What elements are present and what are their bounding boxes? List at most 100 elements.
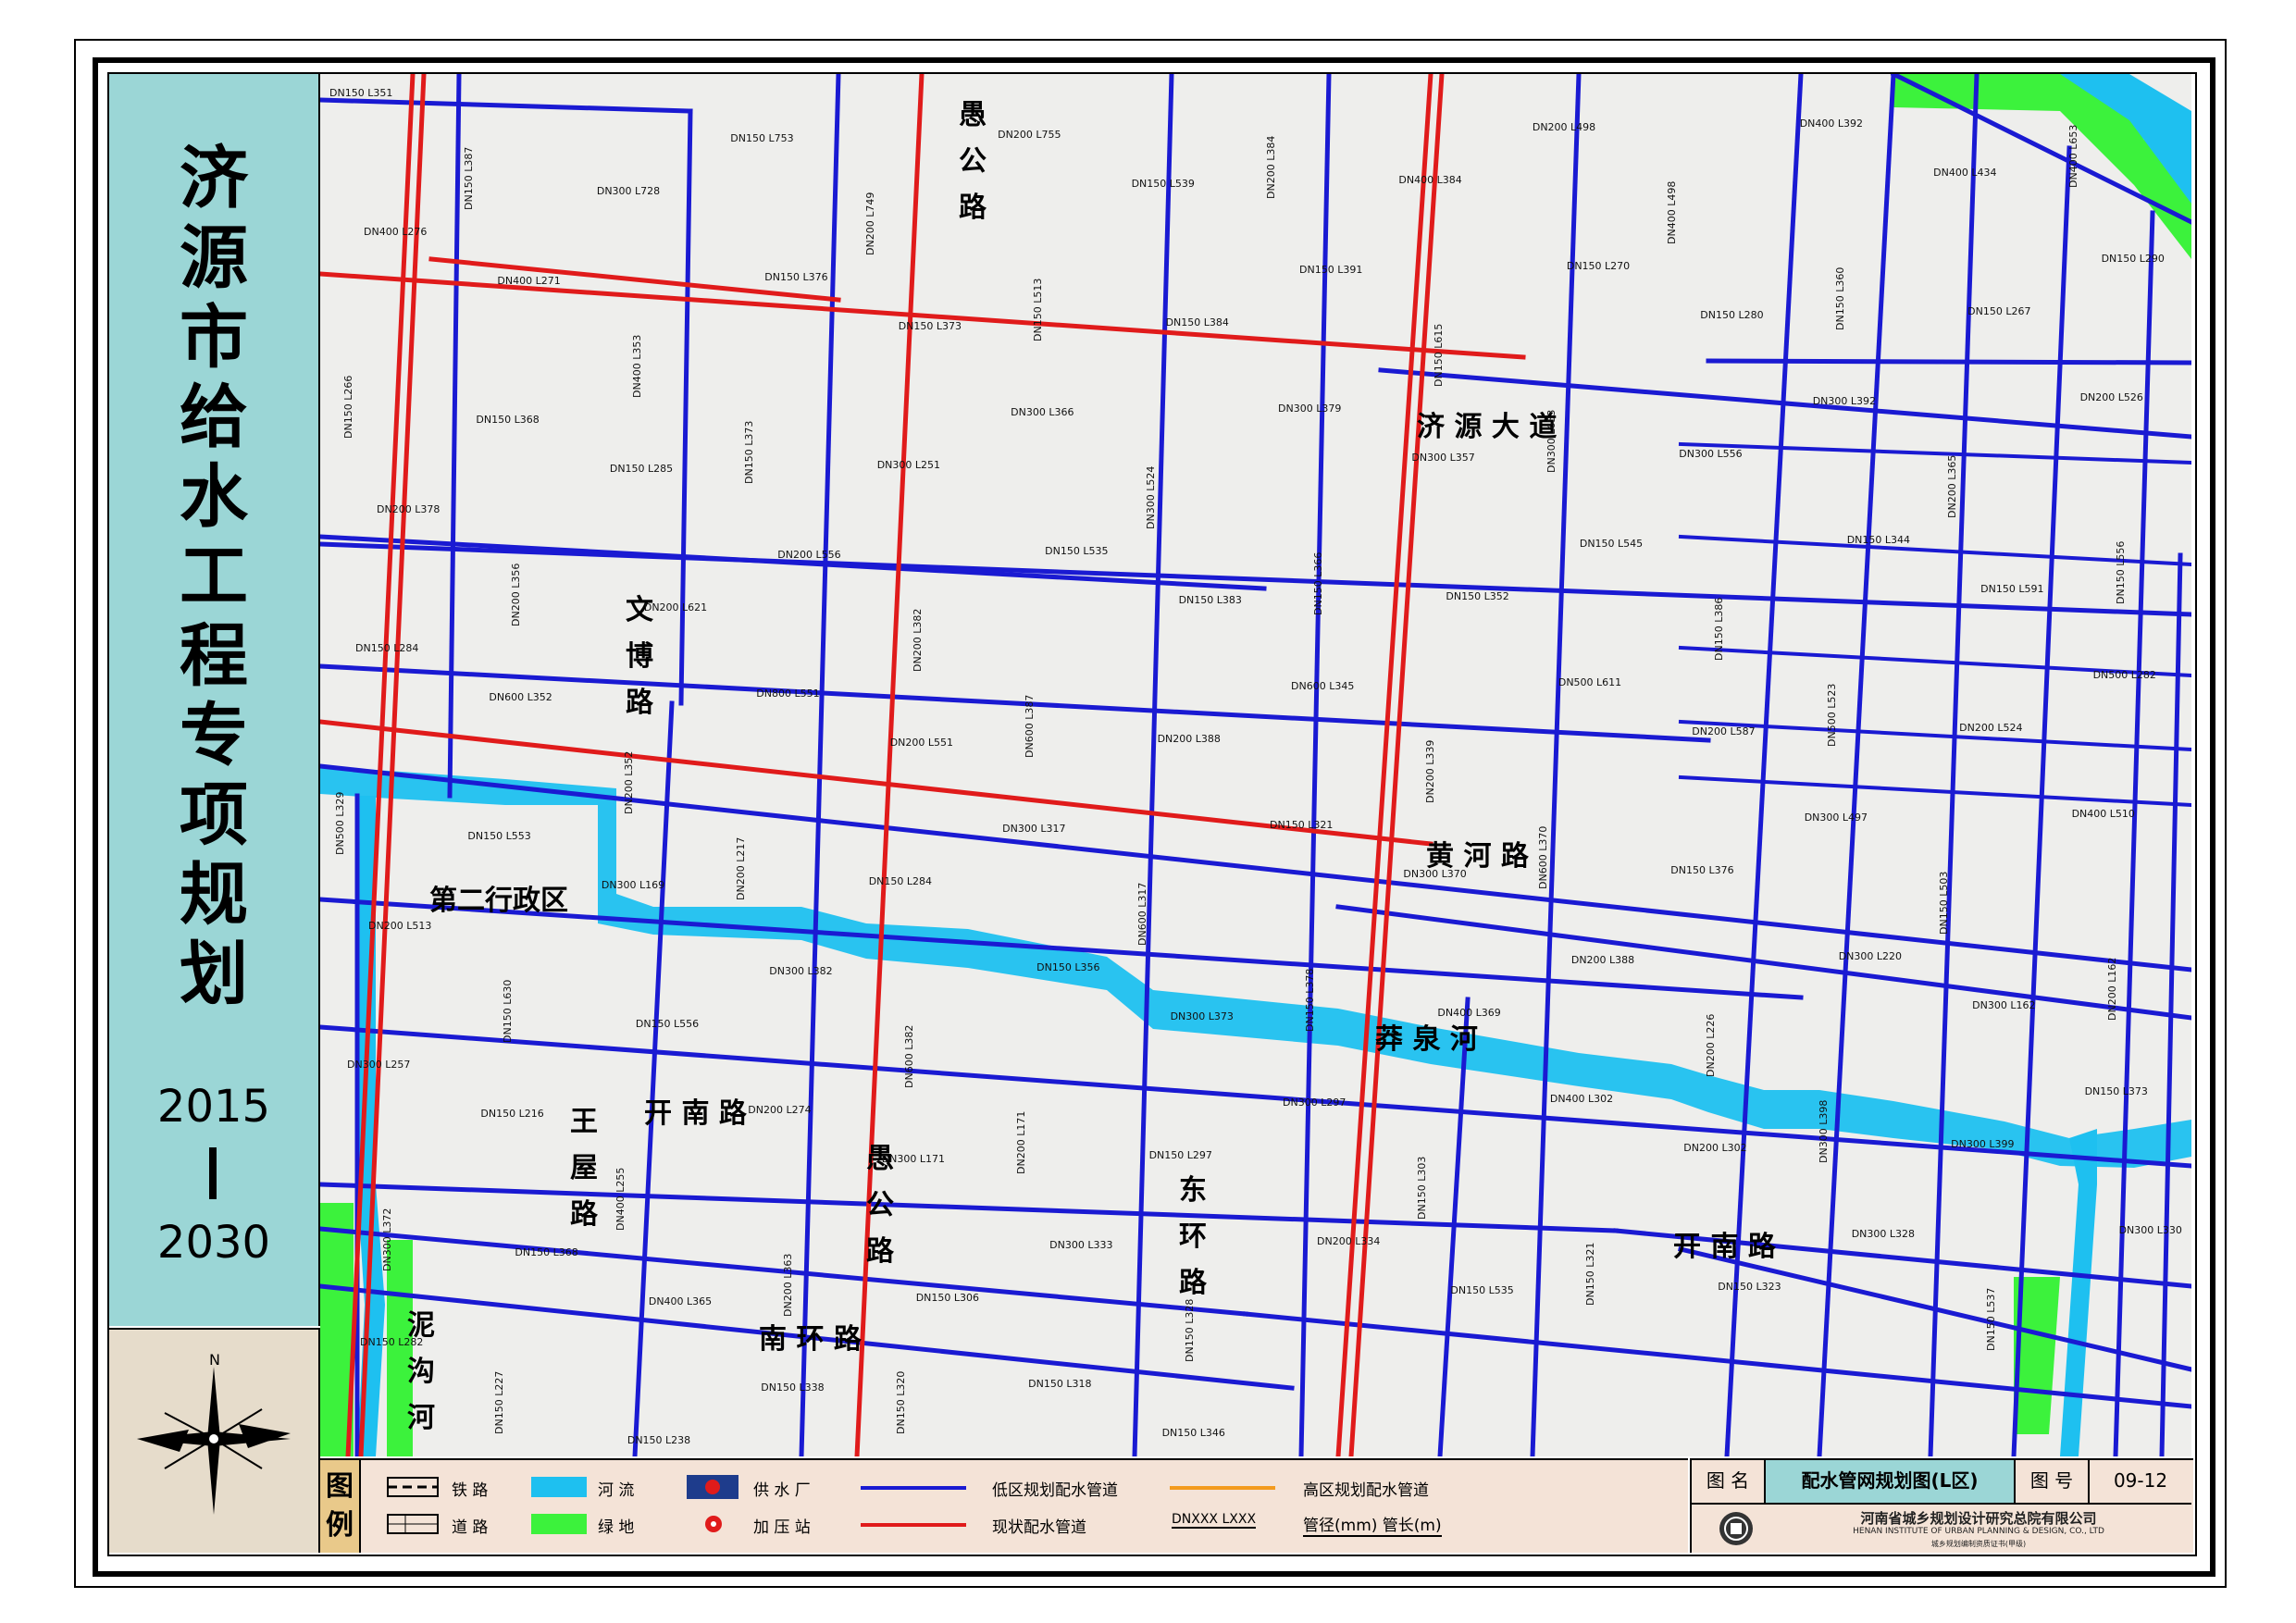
pipe-annotation: DN200 L526 xyxy=(2079,391,2143,403)
pipe-annotation: DN300 L653 xyxy=(1545,409,1558,473)
pipe-annotation: DN150 L753 xyxy=(730,132,794,144)
map-label-road-nanhuan: 南 环 路 xyxy=(759,1323,862,1356)
pipe-annotation: DN150 L270 xyxy=(1566,260,1631,272)
pipe-annotation: DN200 L551 xyxy=(889,737,954,749)
compass-panel: N xyxy=(109,1328,320,1553)
title-char: 济 xyxy=(180,139,248,218)
pipe-annotation: DN500 L282 xyxy=(2092,669,2156,681)
pipe-annotation: DN200 L524 xyxy=(1959,722,2023,734)
pipe-annotation: DN300 L328 xyxy=(1851,1228,1916,1240)
pipe-annotation: DN200 L226 xyxy=(1705,1013,1718,1077)
pipe-annotation: DN150 L615 xyxy=(1433,323,1446,387)
legend-booster: 加 压 站 xyxy=(753,1518,811,1537)
title-panel: 济源市给水工程专项规划 2015 2030 xyxy=(109,74,320,1326)
planned-pipe-line xyxy=(1530,74,1582,1456)
title-char: 划 xyxy=(180,935,248,1014)
pipe-annotation: DN150 L360 xyxy=(1833,266,1846,330)
planned-pipe-line xyxy=(1678,719,2191,752)
planned-pipe-line xyxy=(320,97,693,114)
pipe-annotation: DN150 L284 xyxy=(868,875,933,887)
pipe-annotation: DN200 L339 xyxy=(1424,739,1437,803)
pipe-annotation: DN400 L510 xyxy=(2071,808,2135,820)
pipe-annotation: DN300 L382 xyxy=(769,965,833,977)
pipe-annotation: DN300 L524 xyxy=(1144,465,1157,529)
pipe-annotation: DN150 L323 xyxy=(1718,1281,1781,1293)
planned-pipe-line xyxy=(1678,441,2191,465)
planned-pipe-line xyxy=(1928,74,1980,1456)
pipe-annotation: DN400 L271 xyxy=(497,275,561,287)
pipe-annotation: DN150 L346 xyxy=(1161,1427,1225,1439)
pipe-annotation: DN150 L387 xyxy=(463,146,476,210)
pipe-annotation: DN150 L284 xyxy=(355,642,419,654)
legend-road: 道 路 xyxy=(452,1518,489,1537)
map-label-river-mangquan: 莽 泉 河 xyxy=(1375,1023,1478,1056)
year-separator xyxy=(209,1147,217,1199)
pipe-annotation: DN400 L653 xyxy=(2066,124,2079,188)
legend-railway: 铁 路 xyxy=(452,1481,489,1500)
pipe-annotation: DN150 L303 xyxy=(1416,1156,1429,1220)
pipe-annotation: DN150 L556 xyxy=(635,1018,700,1030)
north-arrow-icon: N xyxy=(137,1351,291,1515)
pipe-annotation: DN300 L251 xyxy=(876,459,941,471)
title-char: 专 xyxy=(180,696,248,775)
river-east xyxy=(2060,1129,2097,1456)
pipe-annotation: DN150 L366 xyxy=(1312,551,1324,615)
pipe-annotation: DN150 L306 xyxy=(915,1292,980,1304)
map-label-road-yugong-n: 愚 公 路 xyxy=(959,99,987,224)
map-label-district-second-admin: 第二行政区 xyxy=(429,885,568,917)
planned-pipe-line xyxy=(632,700,675,1456)
pipe-annotation: DN150 L290 xyxy=(2101,253,2165,265)
pipe-annotation: DN600 L382 xyxy=(902,1024,915,1088)
map-area: 愚 公 路济 源 大 道文 博 路黄 河 路第二行政区莽 泉 河开 南 路王 屋… xyxy=(320,74,2191,1456)
pipe-annotation: DN400 L369 xyxy=(1437,1007,1501,1019)
pipe-annotation: DN200 L513 xyxy=(368,920,432,932)
planned-pipe-line xyxy=(1678,774,2191,808)
pipe-annotation: DN150 L328 xyxy=(1183,1298,1196,1362)
pipe-annotation: DN500 L329 xyxy=(334,791,346,855)
pipe-annotation: DN200 L388 xyxy=(1570,954,1635,966)
pipe-annotation: DN300 L399 xyxy=(1951,1138,2015,1150)
pipe-annotation: DN150 L556 xyxy=(2114,540,2127,604)
pipe-annotation: DN150 L391 xyxy=(1299,264,1363,276)
pipe-annotation: DN400 L365 xyxy=(648,1295,713,1307)
legend-high-zone-pipe: 高区规划配水管道 xyxy=(1303,1481,1429,1500)
pipe-annotation: DN200 L171 xyxy=(1015,1110,1028,1174)
pipe-annotation: DN300 L373 xyxy=(1170,1010,1234,1022)
pipe-annotation: DN150 L373 xyxy=(898,320,962,332)
pipe-network-map xyxy=(320,74,2191,1456)
pipe-annotation: DN150 L227 xyxy=(493,1370,506,1434)
pipe-annotation: DN150 L351 xyxy=(329,87,393,99)
title-char: 程 xyxy=(180,616,248,696)
pipe-annotation: DN150 L338 xyxy=(761,1381,825,1394)
legend-river: 河 流 xyxy=(598,1481,635,1500)
pipe-annotation: DN200 L755 xyxy=(998,129,1061,141)
pipe-annotation: DN300 L379 xyxy=(1278,403,1342,415)
pipe-annotation: DN600 L345 xyxy=(1291,680,1355,692)
title-char: 规 xyxy=(180,855,248,935)
existing-pipe-line xyxy=(1335,74,1433,1456)
railway-swatch-icon xyxy=(387,1477,439,1497)
pipe-annotation: DN400 L353 xyxy=(630,334,643,398)
legend-existing-pipe: 现状配水管道 xyxy=(992,1518,1086,1537)
planned-pipe-line xyxy=(1132,74,1174,1456)
pipe-annotation: DN400 L276 xyxy=(364,226,428,238)
pipe-annotation: DN150 L266 xyxy=(342,375,354,439)
pipe-annotation: DN200 L587 xyxy=(1692,725,1756,737)
planned-pipe-line xyxy=(1437,997,1471,1456)
pipe-annotation: DN150 L384 xyxy=(1165,316,1229,328)
institute-name-en: HENAN INSTITUTE OF URBAN PLANNING & DESI… xyxy=(1853,1527,2104,1536)
pipe-annotation: DN150 L537 xyxy=(1985,1287,1998,1351)
pipe-annotation: DN150 L630 xyxy=(502,979,515,1043)
planned-pipe-line xyxy=(320,541,2191,617)
pipe-annotation: DN300 L169 xyxy=(601,879,665,891)
river-swatch xyxy=(531,1477,587,1497)
pipe-annotation: DN150 L373 xyxy=(743,420,756,484)
pipe-annotation: DN300 L366 xyxy=(1011,406,1074,418)
pipe-annotation: DN200 L363 xyxy=(782,1253,795,1317)
map-label-river-nigou: 泥 沟 河 xyxy=(407,1309,435,1434)
pipe-annotation: DN150 L373 xyxy=(2084,1085,2148,1097)
pipe-annotation: DN400 L498 xyxy=(1666,180,1679,244)
pipe-annotation: DN300 L297 xyxy=(1283,1096,1347,1109)
pipe-annotation: DN200 L749 xyxy=(863,192,876,255)
pipe-annotation: DN150 L321 xyxy=(1270,819,1334,831)
